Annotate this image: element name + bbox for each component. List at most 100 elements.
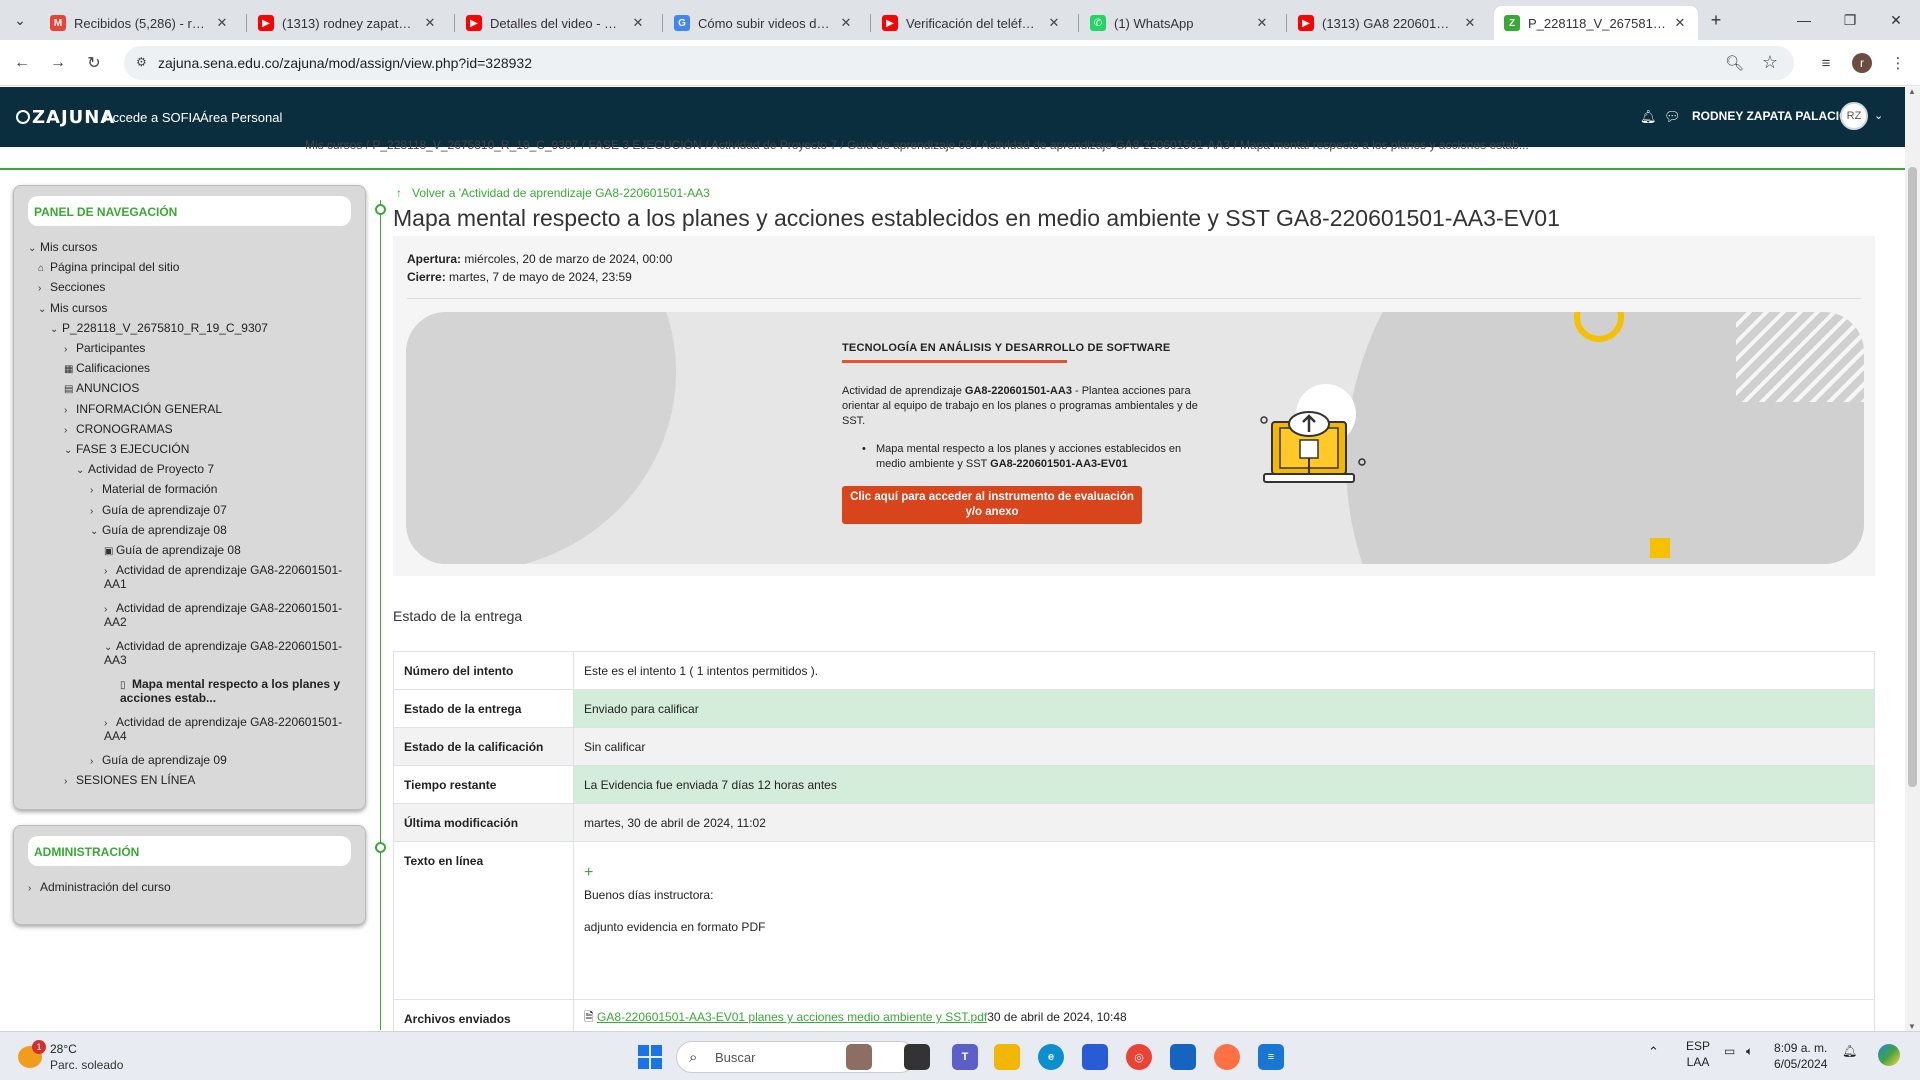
sidebar-item[interactable]: › Actividad de aprendizaje GA8-220601501-… xyxy=(104,601,342,629)
sidebar-item[interactable]: ▤ ANUNCIOS xyxy=(64,381,139,395)
edge-icon[interactable]: e xyxy=(1038,1044,1064,1070)
browser-tab[interactable]: ▶ Detalles del video - YouTu ✕ xyxy=(456,6,656,40)
tab-close-icon[interactable]: ✕ xyxy=(1462,15,1478,31)
sidebar-item[interactable]: › Actividad de aprendizaje GA8-220601501-… xyxy=(104,715,342,743)
taskbar-clock[interactable]: 8:09 a. m. 6/05/2024 xyxy=(1774,1040,1827,1072)
browser-tab[interactable]: ✆ (1) WhatsApp ✕ xyxy=(1080,6,1280,40)
nav-link-area-personal[interactable]: Área Personal xyxy=(200,110,282,125)
new-tab-button[interactable]: + xyxy=(1704,8,1728,32)
firefox-icon[interactable] xyxy=(1214,1044,1240,1070)
browser-menu-icon[interactable]: ⋮ xyxy=(1886,51,1910,75)
scroll-up-icon[interactable]: ▲ xyxy=(1908,87,1916,96)
sidebar-item[interactable]: ⌄ Guía de aprendizaje 08 xyxy=(90,523,227,537)
close-window-button[interactable]: ✕ xyxy=(1876,8,1916,32)
bookmark-star-icon[interactable]: ☆ xyxy=(1762,52,1778,73)
tab-close-icon[interactable]: ✕ xyxy=(214,15,230,31)
tab-close-icon[interactable]: ✕ xyxy=(838,15,854,31)
restore-button[interactable]: ❐ xyxy=(1830,8,1870,32)
network-icon[interactable]: ▭ xyxy=(1724,1044,1735,1058)
sidebar-item[interactable]: › Material de formación xyxy=(90,482,217,496)
clock-date: 6/05/2024 xyxy=(1774,1057,1828,1071)
sidebar-item[interactable]: › Actividad de aprendizaje GA8-220601501-… xyxy=(104,563,342,591)
url-text[interactable]: zajuna.sena.edu.co/zajuna/mod/assign/vie… xyxy=(158,55,532,71)
sidebar-item[interactable]: ▯ Mapa mental respecto a los planes y acci… xyxy=(120,677,340,705)
tab-close-icon[interactable]: ✕ xyxy=(1254,15,1270,31)
user-menu-caret-icon[interactable]: ⌄ xyxy=(1874,109,1883,122)
sidebar-item[interactable]: ⌄ P_228118_V_2675810_R_19_C_9307 xyxy=(50,321,268,335)
tray-expand-icon[interactable]: ⌃ xyxy=(1648,1044,1659,1060)
site-settings-icon[interactable]: ⚙ xyxy=(136,55,152,71)
browser-tab[interactable]: ▶ Verificación del teléfono - ✕ xyxy=(872,6,1072,40)
browser-tab[interactable]: Z P_228118_V_2675810_R_1 ✕ xyxy=(1494,6,1698,40)
notification-bell-icon[interactable]: 🔔︎ xyxy=(1842,1044,1857,1058)
keyboard-layout: LAA xyxy=(1686,1055,1710,1069)
search-highlight-icon xyxy=(846,1044,872,1070)
zajuna-logo[interactable]: ZAJUNA xyxy=(16,107,115,128)
taskbar-search[interactable]: ⌕ Buscar xyxy=(676,1041,916,1073)
sidebar-item[interactable]: › SESIONES EN LÍNEA xyxy=(64,773,195,787)
back-arrow-icon[interactable]: ← xyxy=(10,51,34,75)
sidebar-item[interactable]: ⌄ Actividad de Proyecto 7 xyxy=(76,462,214,476)
user-name[interactable]: RODNEY ZAPATA PALACIO xyxy=(1692,109,1848,123)
browser-tab[interactable]: M Recibidos (5,286) - rodney ✕ xyxy=(40,6,240,40)
scroll-down-icon[interactable]: ▼ xyxy=(1908,1022,1916,1031)
notifications-bell-icon[interactable]: 🔔︎ xyxy=(1640,109,1657,125)
user-avatar[interactable]: RZ xyxy=(1840,102,1868,130)
sidebar-item[interactable]: ⌂ Página principal del sitio xyxy=(38,260,179,274)
file-explorer-icon[interactable] xyxy=(994,1044,1020,1070)
tab-search-chevron-icon[interactable]: ⌄ xyxy=(8,8,32,32)
submitted-file-link[interactable]: GA8-220601501-AA3-EV01 planes y acciones… xyxy=(597,1010,987,1024)
reload-icon[interactable]: ↻ xyxy=(82,51,106,75)
back-link-label: Volver a 'Actividad de aprendizaje GA8-2… xyxy=(412,186,710,200)
closing-date: Cierre: martes, 7 de mayo de 2024, 23:59 xyxy=(407,270,632,284)
tab-close-icon[interactable]: ✕ xyxy=(630,15,646,31)
sidebar-item[interactable]: ⌄ Mis cursos xyxy=(38,301,107,315)
store-icon[interactable] xyxy=(1082,1044,1108,1070)
row-label: Número del intento xyxy=(393,651,574,690)
sidebar-item-admin-course[interactable]: › Administración del curso xyxy=(28,880,171,894)
sidebar-item[interactable]: ▣ Guía de aprendizaje 08 xyxy=(104,543,241,557)
tab-close-icon[interactable]: ✕ xyxy=(1046,15,1062,31)
sidebar-item[interactable]: › Guía de aprendizaje 09 xyxy=(90,753,227,767)
browser-tab[interactable]: ▶ (1313) GA8 220601501 A ✕ xyxy=(1288,6,1488,40)
windows-start-icon[interactable] xyxy=(638,1045,662,1069)
media-controls-icon[interactable]: ≡ xyxy=(1814,51,1838,75)
sidebar-item[interactable]: › Secciones xyxy=(38,280,105,294)
sidebar-item[interactable]: › Participantes xyxy=(64,341,145,355)
forward-arrow-icon[interactable]: → xyxy=(46,51,70,75)
tab-close-icon[interactable]: ✕ xyxy=(422,15,438,31)
zoom-icon[interactable]: 🔍︎ xyxy=(1725,54,1744,72)
copilot-icon[interactable] xyxy=(1878,1044,1900,1066)
volume-icon[interactable]: 🔈︎ xyxy=(1746,1044,1753,1059)
evaluation-instrument-button[interactable]: Clic aquí para acceder al instrumento de… xyxy=(842,486,1142,524)
browser-tab[interactable]: ▶ (1313) rodney zapata pala ✕ xyxy=(248,6,448,40)
tab-close-icon[interactable]: ✕ xyxy=(1672,15,1688,31)
sidebar-item[interactable]: ⌄ Mis cursos xyxy=(28,240,97,254)
task-view-icon[interactable] xyxy=(904,1044,930,1070)
back-to-activity-link[interactable]: ↑ Volver a 'Actividad de aprendizaje GA8… xyxy=(396,186,710,200)
sidebar-item[interactable]: ▦ Calificaciones xyxy=(64,361,150,375)
messages-chat-icon[interactable]: 💬︎ xyxy=(1664,109,1681,125)
browser-tab[interactable]: G Cómo subir videos de má ✕ xyxy=(664,6,864,40)
profile-button[interactable]: r xyxy=(1850,51,1874,75)
sidebar-item[interactable]: › INFORMACIÓN GENERAL xyxy=(64,402,222,416)
app-icon[interactable] xyxy=(1170,1044,1196,1070)
address-bar[interactable]: ⚙ zajuna.sena.edu.co/zajuna/mod/assign/v… xyxy=(124,46,1794,80)
sidebar-item[interactable]: › Guía de aprendizaje 07 xyxy=(90,503,227,517)
timeline-dot xyxy=(375,842,386,853)
minimize-button[interactable]: — xyxy=(1784,8,1824,32)
sidebar-item[interactable]: ⌄ Actividad de aprendizaje GA8-220601501-… xyxy=(104,639,342,667)
nav-link-sofia[interactable]: Accede a SOFIA xyxy=(104,110,201,125)
header-divider xyxy=(0,168,1905,170)
teams-icon[interactable]: T xyxy=(952,1044,978,1070)
chrome-icon[interactable]: ◎ xyxy=(1126,1044,1152,1070)
notepad-icon[interactable]: ≡ xyxy=(1258,1044,1284,1070)
sidebar-item[interactable]: ⌄ FASE 3 EJECUCIÓN xyxy=(64,442,189,456)
sidebar-item[interactable]: › CRONOGRAMAS xyxy=(64,422,173,436)
scrollbar-thumb[interactable] xyxy=(1908,167,1917,787)
language-indicator[interactable]: ESP LAA xyxy=(1686,1038,1710,1070)
expand-plus-icon[interactable]: + xyxy=(584,864,1864,882)
row-label: Tiempo restante xyxy=(393,765,574,804)
breadcrumb[interactable]: Mis cursos / P_228118_V_2675810_R_19_C_9… xyxy=(305,138,1605,154)
page-scrollbar[interactable]: ▲ ▼ xyxy=(1905,87,1920,1031)
